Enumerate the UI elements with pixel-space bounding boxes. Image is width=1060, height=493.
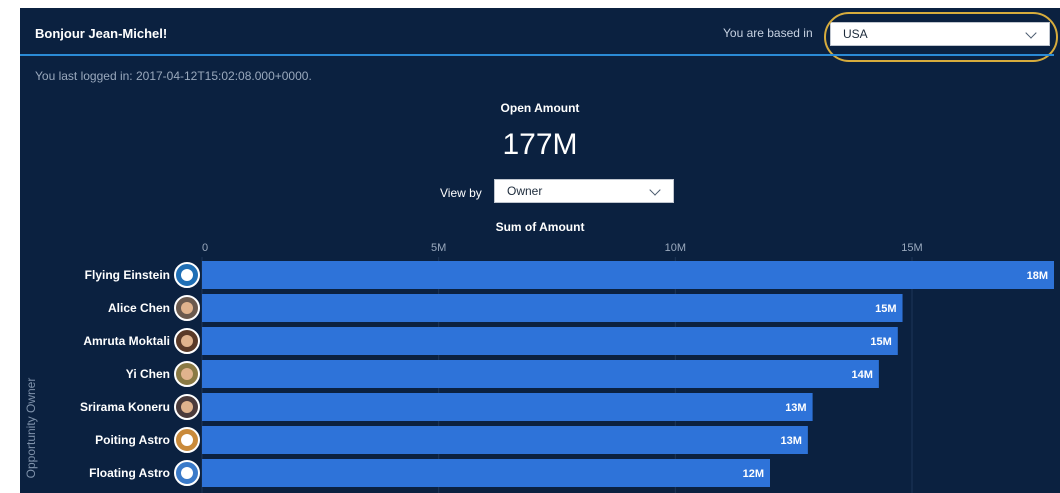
owner-row[interactable]: Yi Chen	[50, 359, 200, 389]
bar-value-label: 15M	[870, 336, 891, 348]
person-avatar-icon	[174, 361, 200, 387]
owner-row[interactable]: Alice Chen	[50, 293, 200, 323]
owner-row[interactable]: Flying Einstein	[50, 260, 200, 290]
avatar-face	[181, 434, 193, 446]
astro-avatar-icon	[174, 460, 200, 486]
owner-name-label: Amruta Moktali	[83, 334, 170, 348]
bar-value-label: 13M	[780, 435, 801, 447]
owner-row[interactable]: Floating Astro	[50, 458, 200, 488]
bar[interactable]	[202, 393, 813, 421]
avatar-face	[181, 368, 193, 380]
person-avatar-icon	[174, 394, 200, 420]
avatar-face	[181, 269, 193, 281]
dashboard-frame: Bonjour Jean-Michel! You are based in US…	[0, 0, 1060, 493]
bar-value-label: 15M	[875, 303, 896, 315]
owner-row[interactable]: Amruta Moktali	[50, 326, 200, 356]
person-avatar-icon	[174, 295, 200, 321]
bar[interactable]	[202, 426, 808, 454]
bar-value-label: 18M	[1027, 270, 1048, 282]
avatar-face	[181, 401, 193, 413]
astro-avatar-icon	[174, 262, 200, 288]
owner-row[interactable]: Poiting Astro	[50, 425, 200, 455]
person-avatar-icon	[174, 328, 200, 354]
x-tick-label: 15M	[901, 242, 922, 254]
x-tick-label: 5M	[431, 242, 446, 254]
owner-name-label: Floating Astro	[89, 466, 170, 480]
owner-row[interactable]: Srirama Koneru	[50, 392, 200, 422]
avatar-face	[181, 302, 193, 314]
bar[interactable]	[202, 327, 898, 355]
bar[interactable]	[202, 360, 879, 388]
owner-name-label: Yi Chen	[125, 367, 170, 381]
bar-value-label: 14M	[851, 369, 872, 381]
owner-name-label: Poiting Astro	[95, 433, 170, 447]
owner-name-label: Srirama Koneru	[79, 400, 170, 414]
y-axis-title: Opportunity Owner	[24, 377, 38, 479]
bar-value-label: 12M	[743, 468, 764, 480]
astro-avatar-icon	[174, 427, 200, 453]
x-tick-label: 10M	[665, 242, 686, 254]
bar[interactable]	[202, 294, 903, 322]
bar[interactable]	[202, 261, 1054, 289]
bar-value-label: 13M	[785, 402, 806, 414]
avatar-face	[181, 335, 193, 347]
bar[interactable]	[202, 459, 770, 487]
avatar-face	[181, 467, 193, 479]
dashboard-panel: Bonjour Jean-Michel! You are based in US…	[20, 8, 1060, 493]
owner-name-label: Alice Chen	[107, 301, 170, 315]
owner-name-label: Flying Einstein	[84, 268, 170, 282]
x-tick-label: 0	[202, 242, 208, 254]
